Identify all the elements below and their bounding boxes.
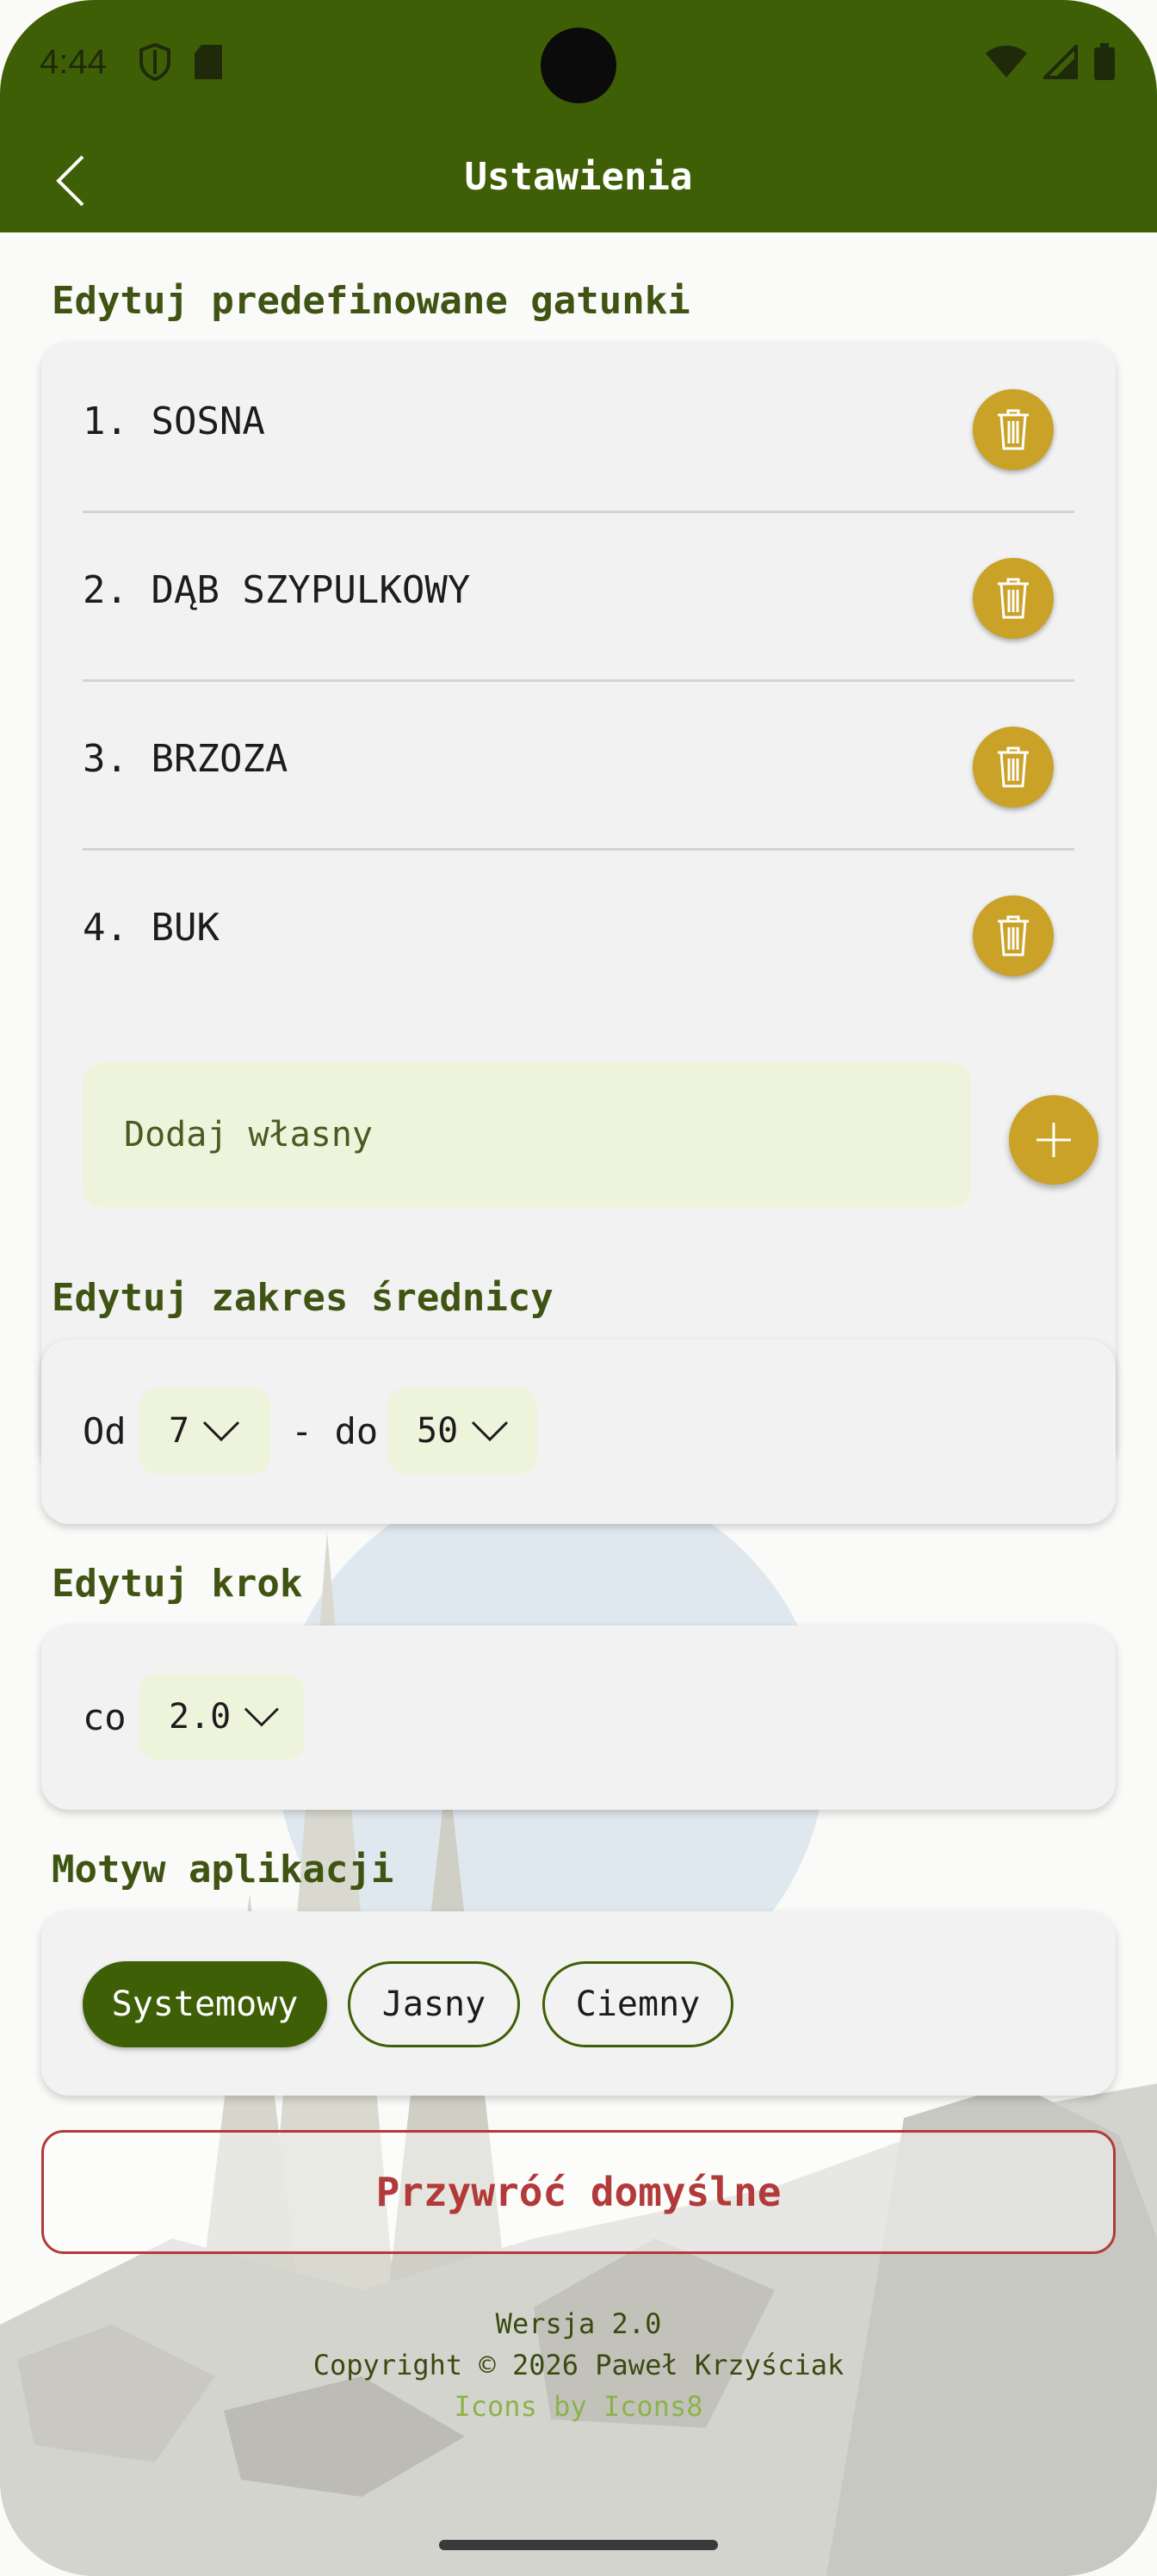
- step-value: 2.0: [169, 1697, 232, 1737]
- list-item: 2. DĄB SZYPULKOWY: [83, 513, 1074, 682]
- sd-card-icon: [193, 43, 224, 84]
- battery-icon: [1093, 43, 1116, 84]
- from-dropdown[interactable]: 7: [139, 1388, 270, 1474]
- chevron-down-icon: [472, 1421, 509, 1442]
- species-section-title: Edytuj predefinowane gatunki: [52, 279, 690, 323]
- species-label: 4. BUK: [83, 906, 220, 950]
- list-item: 3. BRZOZA: [83, 682, 1074, 851]
- species-label: 2. DĄB SZYPULKOWY: [83, 568, 471, 612]
- to-dropdown[interactable]: 50: [387, 1388, 537, 1474]
- copyright-text: Copyright © 2026 Paweł Krzyściak: [312, 2349, 845, 2381]
- species-label: 1. SOSNA: [83, 399, 265, 443]
- from-label: Od: [83, 1410, 127, 1452]
- cellular-signal-icon: [1041, 42, 1078, 83]
- to-label: - do: [291, 1410, 379, 1452]
- list-item: 1. SOSNA: [83, 344, 1074, 513]
- add-species-input[interactable]: [83, 1062, 971, 1207]
- step-dropdown[interactable]: 2.0: [139, 1674, 305, 1760]
- icons-credit-link[interactable]: Icons by Icons8: [0, 2390, 1157, 2423]
- diameter-card: Od 7 - do 50: [41, 1340, 1116, 1524]
- theme-chip-jasny[interactable]: Jasny: [348, 1961, 520, 2047]
- from-value: 7: [169, 1411, 190, 1451]
- settings-screen: 4:44 Ustawienia Edytuj predefinowane gat…: [0, 0, 1157, 2576]
- home-indicator[interactable]: [439, 2540, 718, 2550]
- chevron-down-icon: [203, 1421, 240, 1442]
- step-section-title: Edytuj krok: [52, 1562, 303, 1606]
- trash-icon: [998, 409, 1029, 450]
- delete-species-button[interactable]: [973, 389, 1054, 470]
- delete-species-button[interactable]: [973, 895, 1054, 976]
- trash-icon: [998, 578, 1029, 619]
- to-value: 50: [417, 1411, 459, 1451]
- diameter-section-title: Edytuj zakres średnicy: [52, 1276, 554, 1320]
- step-label: co: [83, 1696, 127, 1738]
- chevron-down-icon: [244, 1707, 280, 1727]
- app-bar: Ustawienia: [0, 129, 1157, 232]
- add-species-button[interactable]: [1009, 1095, 1098, 1185]
- theme-card: Systemowy Jasny Ciemny: [41, 1911, 1116, 2096]
- reset-defaults-button[interactable]: Przywróć domyślne: [41, 2130, 1116, 2254]
- list-item: 4. BUK: [83, 851, 1074, 1019]
- status-time: 4:44: [40, 43, 107, 81]
- species-label: 3. BRZOZA: [83, 737, 288, 781]
- trash-icon: [998, 915, 1029, 957]
- trash-icon: [998, 746, 1029, 788]
- step-card: co 2.0: [41, 1625, 1116, 1810]
- plus-icon: [1036, 1123, 1071, 1157]
- theme-section-title: Motyw aplikacji: [52, 1848, 394, 1892]
- status-bar: 4:44: [0, 0, 1157, 129]
- theme-chip-systemowy[interactable]: Systemowy: [83, 1961, 327, 2047]
- front-camera: [541, 28, 616, 103]
- wifi-icon: [985, 45, 1028, 83]
- delete-species-button[interactable]: [973, 727, 1054, 808]
- page-title: Ustawienia: [464, 155, 693, 199]
- shield-icon: [138, 42, 172, 84]
- delete-species-button[interactable]: [973, 558, 1054, 639]
- version-text: Wersja 2.0: [495, 2307, 662, 2340]
- theme-chip-ciemny[interactable]: Ciemny: [542, 1961, 733, 2047]
